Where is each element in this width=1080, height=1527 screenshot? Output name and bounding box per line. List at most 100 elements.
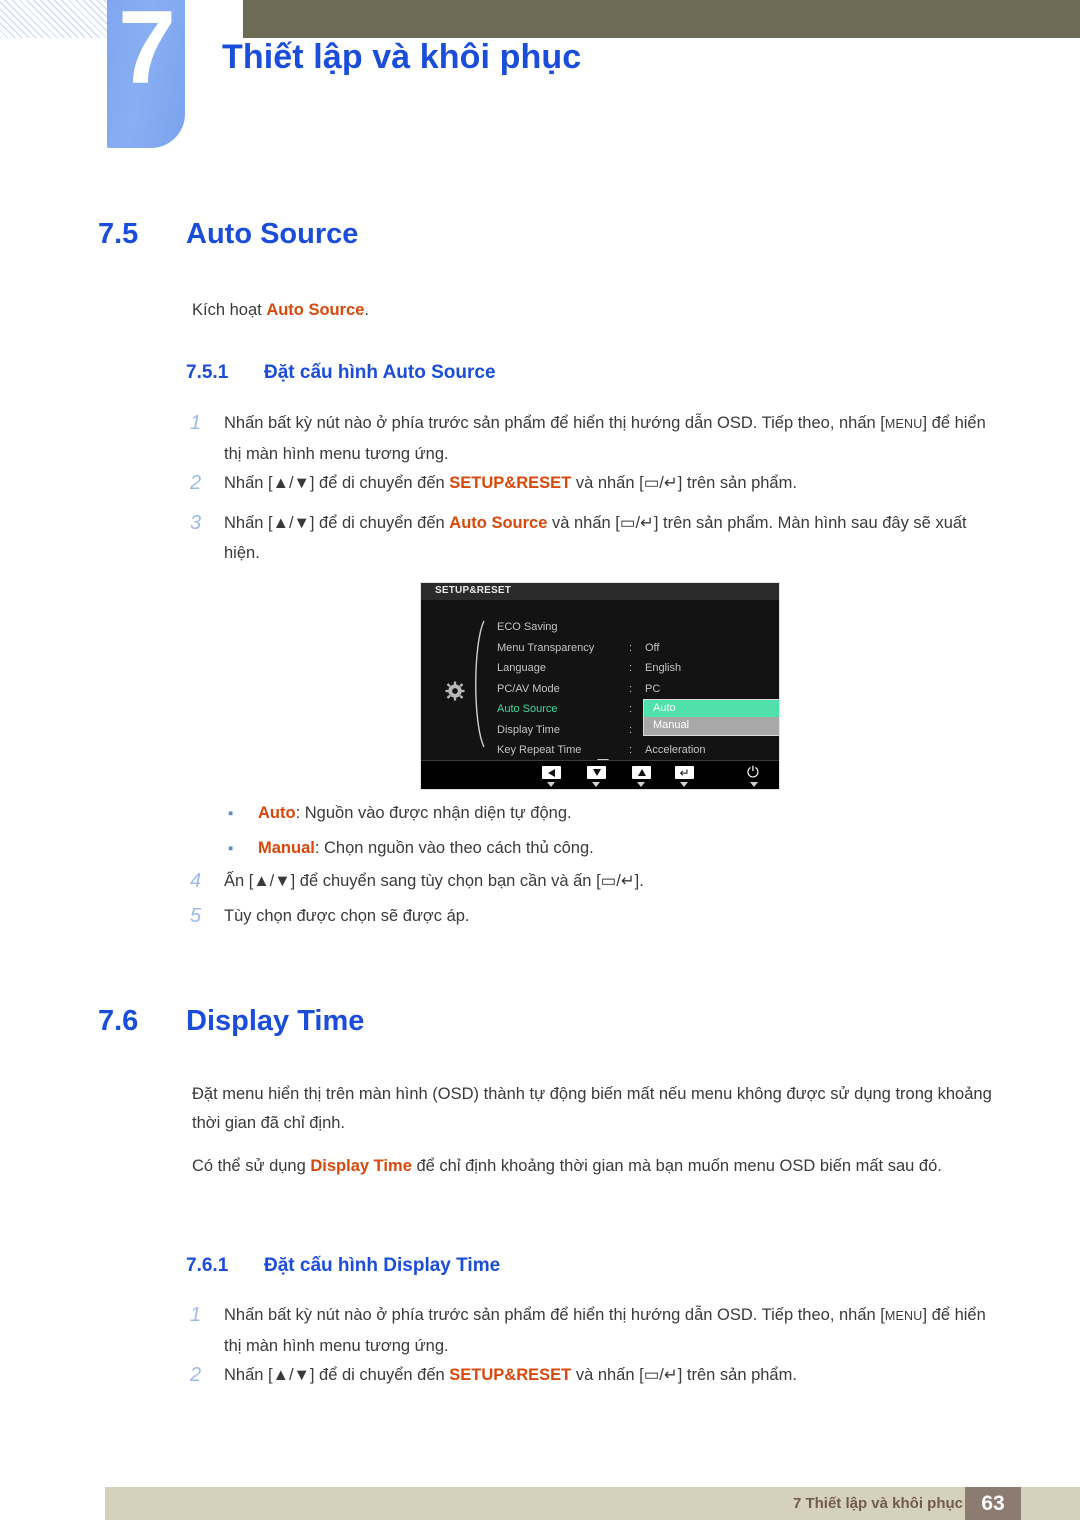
osd-auto-source-dropdown[interactable]: Auto Manual [643, 699, 779, 736]
header-olive-bar [243, 0, 1080, 38]
button-tick-icon [680, 782, 688, 787]
up-arrow-button[interactable] [632, 766, 651, 779]
bullet-desc: : Chọn nguồn vào theo cách thủ công. [314, 839, 594, 857]
step-number: 5 [190, 905, 202, 927]
paragraph-term-display-time: Display Time [310, 1157, 412, 1175]
section-heading-7-6: 7.6 Display Time [98, 1005, 364, 1038]
step-item: 2 Nhấn [▲/▼] để di chuyển đến SETUP&RESE… [190, 1360, 1006, 1390]
section-7-5-intro: Kích hoạt Auto Source. [192, 296, 369, 325]
section-7-6-paragraph-1: Đặt menu hiển thị trên màn hình (OSD) th… [192, 1085, 992, 1132]
step-text: Nhấn bất kỳ nút nào ở phía trước sản phẩ… [224, 408, 1006, 469]
step-text-part: Nhấn [▲/▼] để di chuyển đến [224, 514, 450, 532]
step-text-part: Nhấn [▲/▼] để di chuyển đến [224, 474, 450, 492]
subsection-heading-7-5-1: 7.5.1 Đặt cấu hình Auto Source [186, 362, 496, 384]
osd-item-colon: : [629, 641, 633, 654]
bullet-term-manual: Manual [258, 839, 315, 857]
bullet-desc: : Nguồn vào được nhận diện tự động. [295, 804, 572, 822]
dropdown-option-manual[interactable]: Manual [644, 717, 779, 734]
step-text-part: và nhấn [▭/↵] trên sản phẩm. [571, 1366, 797, 1384]
osd-menu-item[interactable]: Key Repeat Time : Acceleration [479, 740, 779, 761]
step-term-setup-reset: SETUP&RESET [449, 474, 572, 492]
step-item: 4 Ấn [▲/▼] để chuyển sang tùy chọn bạn c… [190, 866, 1006, 896]
button-tick-icon [547, 782, 555, 787]
step-text: Nhấn bất kỳ nút nào ở phía trước sản phẩ… [224, 1300, 1006, 1361]
osd-item-colon: : [629, 744, 633, 756]
section-number: 7.5 [98, 218, 139, 250]
osd-item-label: ECO Saving [497, 621, 558, 633]
osd-item-colon: : [629, 662, 633, 674]
step-item: 3 Nhấn [▲/▼] để di chuyển đến Auto Sourc… [190, 508, 1006, 568]
chapter-title: Thiết lập và khôi phục [222, 38, 582, 76]
osd-item-value: English [645, 662, 682, 674]
osd-title: SETUP&RESET [435, 585, 512, 596]
osd-item-value: Acceleration [645, 744, 706, 756]
section-title: Display Time [186, 1005, 365, 1037]
chapter-number: 7 [118, 0, 176, 106]
left-arrow-button[interactable] [542, 766, 561, 779]
step-text: Nhấn [▲/▼] để di chuyển đến SETUP&RESET … [224, 1360, 797, 1390]
step-number: 4 [190, 870, 202, 892]
subsection-number: 7.6.1 [186, 1255, 229, 1276]
step-number: 1 [190, 412, 202, 434]
osd-menu-item[interactable]: Language : English [479, 658, 779, 679]
osd-item-value: Off [645, 641, 660, 654]
section-heading-7-5: 7.5 Auto Source [98, 218, 358, 251]
step-item: 5 Tùy chọn được chọn sẽ được áp. [190, 901, 1006, 931]
step-item: 2 Nhấn [▲/▼] để di chuyển đến SETUP&RESE… [190, 468, 1006, 498]
key-label-menu: MENU [884, 1309, 923, 1323]
intro-term-auto-source: Auto Source [266, 301, 365, 319]
power-icon[interactable]: ⏻ [747, 765, 759, 780]
footer-chapter-label: 7 Thiết lập và khôi phục [792, 1495, 963, 1512]
enter-arrow-icon: ↵ [679, 765, 690, 780]
osd-item-label: Display Time [497, 723, 560, 736]
osd-menu-item[interactable]: ECO Saving [479, 617, 779, 638]
step-text: Nhấn [▲/▼] để di chuyển đến SETUP&RESET … [224, 468, 797, 498]
paragraph-text-post: để chỉ định khoảng thời gian mà bạn muốn… [411, 1157, 942, 1175]
osd-item-label: PC/AV Mode [497, 682, 560, 695]
osd-item-label: Menu Transparency [497, 641, 595, 654]
down-arrow-icon [592, 769, 601, 776]
step-item: 1 Nhấn bất kỳ nút nào ở phía trước sản p… [190, 408, 1006, 469]
gear-icon [445, 681, 465, 701]
dropdown-option-auto[interactable]: Auto [644, 700, 779, 717]
subsection-number: 7.5.1 [186, 362, 229, 383]
step-number: 3 [190, 512, 202, 534]
bullet-text: Manual: Chọn nguồn vào theo cách thủ côn… [258, 833, 594, 863]
bullet-item-auto: ▪ Auto: Nguồn vào được nhận diện tự động… [228, 798, 572, 829]
bullet-dot-icon: ▪ [228, 840, 234, 857]
button-tick-icon [750, 782, 758, 787]
step-text: Ấn [▲/▼] để chuyển sang tùy chọn bạn cần… [224, 872, 644, 890]
enter-button[interactable]: ↵ [675, 766, 694, 779]
left-arrow-icon [548, 768, 555, 777]
osd-item-label: Language [497, 662, 546, 674]
osd-item-label: Key Repeat Time [497, 744, 582, 756]
page-footer: 7 Thiết lập và khôi phục 63 [105, 1487, 1080, 1520]
section-number: 7.6 [98, 1005, 139, 1037]
subsection-title: Đặt cấu hình Display Time [264, 1255, 501, 1276]
down-arrow-button[interactable] [587, 766, 606, 779]
key-label-menu: MENU [884, 417, 923, 431]
osd-menu-screenshot: SETUP&RESET ECO Saving Menu Transparency… [420, 582, 780, 790]
bullet-text: Auto: Nguồn vào được nhận diện tự động. [258, 798, 572, 828]
step-number: 1 [190, 1304, 202, 1326]
step-number: 2 [190, 1364, 202, 1386]
osd-menu-item[interactable]: PC/AV Mode : PC [479, 679, 779, 700]
bullet-dot-icon: ▪ [228, 805, 234, 822]
osd-menu-item[interactable]: Menu Transparency : Off [479, 638, 779, 659]
osd-menu-list: ECO Saving Menu Transparency : Off Langu… [479, 617, 779, 761]
step-text-part: Nhấn bất kỳ nút nào ở phía trước sản phẩ… [224, 1306, 885, 1324]
osd-item-colon: : [629, 723, 633, 736]
step-text-part: và nhấn [▭/↵] trên sản phẩm. [571, 474, 797, 492]
subsection-heading-7-6-1: 7.6.1 Đặt cấu hình Display Time [186, 1255, 500, 1277]
step-term-auto-source: Auto Source [449, 514, 548, 532]
step-text-part: Nhấn bất kỳ nút nào ở phía trước sản phẩ… [224, 414, 885, 432]
page-number-box: 63 [965, 1487, 1021, 1520]
up-arrow-icon [637, 769, 646, 776]
section-title: Auto Source [186, 218, 359, 250]
intro-text-post: . [364, 301, 369, 319]
osd-item-colon: : [629, 682, 633, 695]
bullet-term-auto: Auto [258, 804, 296, 822]
button-tick-icon [637, 782, 645, 787]
subsection-title: Đặt cấu hình Auto Source [264, 362, 496, 383]
page-header: 7 Thiết lập và khôi phục [0, 0, 1080, 160]
